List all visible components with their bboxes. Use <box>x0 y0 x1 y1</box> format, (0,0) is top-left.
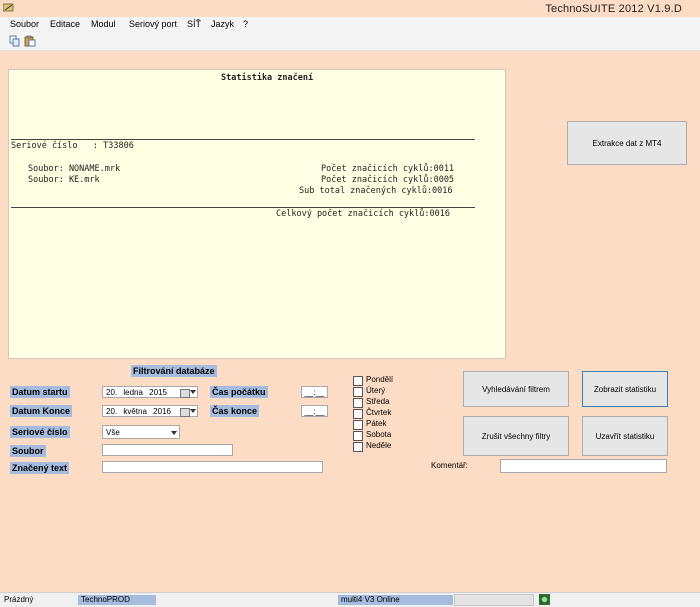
calendar-icon[interactable] <box>180 389 190 398</box>
menu-editace[interactable]: Editace <box>50 19 80 29</box>
menu-jazyk[interactable]: Jazyk <box>211 19 234 29</box>
start-time-field[interactable]: __:__ <box>301 386 328 398</box>
marked-text-label: Značený text <box>10 462 70 474</box>
report-file-2: Soubor: KE.mrk <box>28 175 100 185</box>
report-count-1: Počet značicích cyklů:0011 <box>321 164 455 174</box>
menu-sit[interactable]: SÍŤ <box>187 19 201 29</box>
copy-icon[interactable] <box>9 35 21 47</box>
menu-modul[interactable]: Modul <box>91 19 116 29</box>
app-icon <box>3 3 14 12</box>
toolbar <box>0 33 700 51</box>
day-label-utery: Úterý <box>366 386 386 395</box>
report-total: Celkový počet značicích cyklů:0016 <box>276 209 450 219</box>
menu-bar: Soubor Editace Modul Seriový port SÍŤ Ja… <box>0 17 700 33</box>
status-bar: Prázdný TechnoPROD multi4 V3 Online <box>0 592 700 607</box>
checkbox-pondeli[interactable] <box>353 376 363 386</box>
report-title: Statistika značení <box>221 73 314 83</box>
end-time-field[interactable]: __:__ <box>301 405 328 417</box>
filter-heading: Filtrování databáze <box>131 365 217 377</box>
chevron-down-icon[interactable] <box>190 409 196 413</box>
start-time-label: Čas počátku <box>210 386 268 398</box>
close-statistics-button[interactable]: Uzavřít statistiku <box>582 416 668 456</box>
day-label-patek: Pátek <box>366 419 387 428</box>
report-divider <box>11 139 475 140</box>
file-input[interactable] <box>102 444 233 456</box>
chevron-down-icon[interactable] <box>190 390 196 394</box>
start-date-label: Datum startu <box>10 386 70 398</box>
checkbox-ctvrtek[interactable] <box>353 409 363 419</box>
search-filter-button[interactable]: Vyhledávání filtrem <box>463 371 569 407</box>
paste-icon[interactable] <box>24 35 36 47</box>
calendar-icon[interactable] <box>180 408 190 417</box>
status-connection: multi4 V3 Online <box>338 595 453 605</box>
end-date-year: 2016 <box>153 407 171 416</box>
status-product: TechnoPROD <box>78 595 156 605</box>
menu-help[interactable]: ? <box>243 19 248 29</box>
report-subtotal: Sub total značených cyklů:0016 <box>299 186 453 196</box>
checkbox-patek[interactable] <box>353 420 363 430</box>
end-date-label: Datum Konce <box>10 405 73 417</box>
extract-data-button[interactable]: Extrakce dat z MT4 <box>567 121 687 165</box>
statistics-report: Statistika značení Seriové číslo : T3380… <box>8 69 506 359</box>
marked-text-input[interactable] <box>102 461 323 473</box>
report-count-2: Počet značicích cyklů:0005 <box>321 175 455 185</box>
show-statistics-button[interactable]: Zobrazit statistiku <box>582 371 668 407</box>
comment-label: Komentář: <box>431 461 468 470</box>
end-date-day: 20. <box>106 407 118 416</box>
day-label-ctvrtek: Čtvrtek <box>366 408 392 417</box>
comment-input[interactable] <box>500 459 667 473</box>
checkbox-streda[interactable] <box>353 398 363 408</box>
start-date-day: 20. <box>106 388 118 397</box>
end-time-label: Čas konce <box>210 405 260 417</box>
online-status-icon <box>539 594 550 605</box>
start-date-year: 2015 <box>149 388 167 397</box>
day-label-nedele: Neděle <box>366 441 392 450</box>
menu-seriovy-port[interactable]: Seriový port <box>129 19 177 29</box>
progress-bar <box>454 594 534 606</box>
checkbox-sobota[interactable] <box>353 431 363 441</box>
window-title: TechnoSUITE 2012 V1.9.D <box>545 3 682 15</box>
end-date-month: května <box>123 407 147 416</box>
serial-number-value: Vše <box>106 428 120 437</box>
checkbox-nedele[interactable] <box>353 442 363 452</box>
title-bar: TechnoSUITE 2012 V1.9.D <box>0 0 700 17</box>
start-date-picker[interactable]: 20. ledna 2015 <box>102 386 198 398</box>
day-label-sobota: Sobota <box>366 430 392 439</box>
report-serial-line: Seriové číslo : T33806 <box>11 141 134 151</box>
day-label-pondeli: Pondělí <box>366 375 394 384</box>
report-file-1: Soubor: NONAME.mrk <box>28 164 121 174</box>
day-label-streda: Středa <box>366 397 390 406</box>
serial-number-select[interactable]: Vše <box>102 425 180 439</box>
serial-number-label: Seriové číslo <box>10 426 70 438</box>
report-divider <box>11 207 475 208</box>
start-date-month: ledna <box>123 388 143 397</box>
chevron-down-icon[interactable] <box>171 431 177 435</box>
end-date-picker[interactable]: 20. května 2016 <box>102 405 198 417</box>
checkbox-utery[interactable] <box>353 387 363 397</box>
menu-soubor[interactable]: Soubor <box>10 19 39 29</box>
status-state: Prázdný <box>4 595 34 604</box>
file-label: Soubor <box>10 445 46 457</box>
cancel-filters-button[interactable]: Zrušit všechny filtry <box>463 416 569 456</box>
